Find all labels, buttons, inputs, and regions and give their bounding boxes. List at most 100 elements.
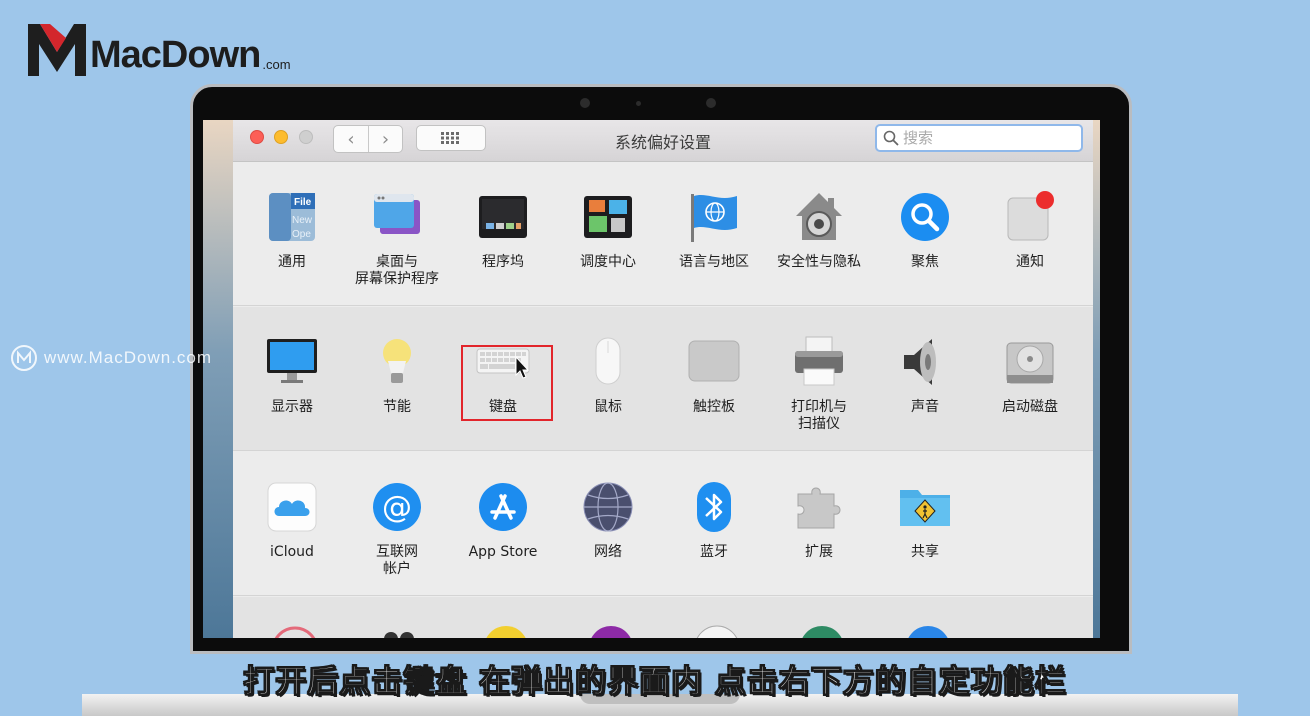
search-field[interactable] bbox=[875, 124, 1083, 152]
pref-label: 桌面与 屏幕保护程序 bbox=[355, 254, 439, 287]
mouse-icon bbox=[595, 337, 621, 385]
sound-icon bbox=[904, 339, 936, 385]
svg-text:File: File bbox=[294, 197, 312, 208]
bluetooth-icon bbox=[697, 482, 731, 532]
grid-icon bbox=[441, 132, 459, 144]
pref-label: App Store bbox=[468, 544, 538, 560]
macdown-logo: MacDown .com bbox=[26, 14, 291, 78]
logo-suffix: .com bbox=[262, 57, 291, 72]
pref-extensions[interactable]: 扩展 bbox=[769, 480, 869, 561]
pref-dock[interactable]: 程序坞 bbox=[453, 190, 553, 271]
date-time-icon bbox=[696, 625, 738, 638]
accessibility-icon bbox=[908, 626, 948, 638]
pref-mouse[interactable]: 鼠标 bbox=[558, 335, 658, 416]
pref-label: 节能 bbox=[383, 399, 411, 415]
pref-label: 键盘 bbox=[489, 399, 517, 415]
startup-disk-icon bbox=[1006, 342, 1054, 384]
app-store-icon bbox=[479, 483, 527, 531]
pref-energy-saver[interactable]: 节能 bbox=[347, 335, 447, 416]
pref-mission-control[interactable]: 调度中心 bbox=[558, 190, 658, 271]
extensions-icon bbox=[797, 487, 841, 529]
pref-label: 打印机与 扫描仪 bbox=[791, 399, 847, 432]
pref-bluetooth[interactable]: 蓝牙 bbox=[664, 480, 764, 561]
parental-controls-icon bbox=[486, 626, 526, 638]
display-icon bbox=[267, 339, 317, 383]
pref-label: 启动磁盘 bbox=[1002, 399, 1058, 415]
show-all-button[interactable] bbox=[416, 125, 486, 151]
titlebar: ‹ › 系统偏好设置 bbox=[233, 120, 1093, 162]
pref-label: 通知 bbox=[1016, 254, 1044, 270]
pref-displays[interactable]: 显示器 bbox=[242, 335, 342, 416]
close-window-button[interactable] bbox=[250, 130, 264, 144]
icloud-icon bbox=[267, 482, 317, 532]
svg-text:@: @ bbox=[382, 490, 412, 525]
pref-sharing[interactable]: 共享 bbox=[875, 480, 975, 561]
pref-general[interactable]: File New Ope 通用 bbox=[242, 190, 342, 271]
pref-trackpad[interactable]: 触控板 bbox=[664, 335, 764, 416]
pref-label: 扩展 bbox=[805, 544, 833, 560]
video-subtitle: 打开后点击键盘 在弹出的界面内 点击右下方的自定功能栏 bbox=[243, 664, 1067, 701]
printer-scanner-icon bbox=[795, 336, 843, 386]
pref-notifications[interactable]: 通知 bbox=[980, 190, 1080, 271]
watermark: www.MacDown.com bbox=[10, 344, 212, 372]
pref-printers-scanners[interactable]: 打印机与 扫描仪 bbox=[769, 335, 869, 433]
pref-label: 显示器 bbox=[271, 399, 313, 415]
camera-icon bbox=[580, 98, 590, 108]
pref-keyboard[interactable]: 键盘 bbox=[453, 335, 553, 416]
prefs-section-personal: File New Ope 通用 桌面与 屏幕保护程序 程序坞 调度中心 语言与地… bbox=[233, 162, 1093, 306]
pref-network[interactable]: 网络 bbox=[558, 480, 658, 561]
macdown-watermark-icon bbox=[11, 345, 37, 371]
prefs-section-hardware: 显示器 节能 键盘 鼠标 触控板 打印机与 扫描仪 声音 启动磁盘 bbox=[233, 307, 1093, 451]
pref-security-privacy[interactable]: 安全性与隐私 bbox=[769, 190, 869, 271]
pref-label: 通用 bbox=[278, 254, 306, 270]
pref-label: 网络 bbox=[594, 544, 622, 560]
pref-internet-accounts[interactable]: @ 互联网 帐户 bbox=[347, 480, 447, 578]
pref-label: 鼠标 bbox=[594, 399, 622, 415]
pref-sound[interactable]: 声音 bbox=[875, 335, 975, 416]
pref-label: 触控板 bbox=[693, 399, 735, 415]
pref-startup-disk[interactable]: 启动磁盘 bbox=[980, 335, 1080, 416]
zoom-window-button[interactable] bbox=[299, 130, 313, 144]
search-input[interactable] bbox=[903, 129, 1063, 147]
forward-button[interactable]: › bbox=[368, 126, 402, 152]
minimize-window-button[interactable] bbox=[274, 130, 288, 144]
pref-app-store[interactable]: App Store bbox=[453, 480, 553, 561]
back-button[interactable]: ‹ bbox=[334, 126, 368, 152]
spotlight-icon bbox=[901, 193, 949, 241]
internet-accounts-icon: @ bbox=[373, 483, 421, 531]
pref-spotlight[interactable]: 聚焦 bbox=[875, 190, 975, 271]
keyboard-icon bbox=[476, 348, 530, 379]
macdown-m-logo-icon bbox=[28, 24, 86, 76]
trackpad-icon bbox=[688, 340, 740, 382]
pref-label: 语言与地区 bbox=[679, 254, 749, 270]
security-privacy-icon bbox=[796, 193, 842, 240]
general-icon: File New Ope bbox=[269, 193, 315, 241]
network-icon bbox=[583, 482, 633, 532]
svg-text:Ope: Ope bbox=[292, 229, 311, 240]
prefs-section-internet: iCloud @ 互联网 帐户 App Store 网络 蓝牙 扩展 共享 bbox=[233, 452, 1093, 596]
language-region-icon bbox=[691, 194, 737, 242]
nav-buttons: ‹ › bbox=[333, 125, 403, 153]
sensor-icon bbox=[706, 98, 716, 108]
mission-control-icon bbox=[584, 196, 632, 238]
pref-icloud[interactable]: iCloud bbox=[242, 480, 342, 561]
dock-icon bbox=[479, 196, 527, 238]
touch-id-icon bbox=[274, 626, 316, 638]
laptop-screen: ‹ › 系统偏好设置 搜索 File New Ope 通用 桌面与 屏幕保护程序… bbox=[203, 120, 1100, 638]
watermark-text: www.MacDown.com bbox=[44, 348, 213, 367]
sensor-icon bbox=[636, 101, 641, 106]
system-preferences-window: ‹ › 系统偏好设置 搜索 File New Ope 通用 桌面与 屏幕保护程序… bbox=[233, 120, 1093, 638]
svg-text:New: New bbox=[292, 215, 313, 226]
pref-label: 蓝牙 bbox=[700, 544, 728, 560]
siri-icon bbox=[591, 626, 631, 638]
pref-label: 调度中心 bbox=[580, 254, 636, 270]
pref-desktop-screensaver[interactable]: 桌面与 屏幕保护程序 bbox=[347, 190, 447, 288]
prefs-section-system bbox=[233, 597, 1093, 638]
desktop-screensaver-icon bbox=[374, 194, 420, 234]
search-icon bbox=[883, 130, 899, 146]
pref-label: 共享 bbox=[911, 544, 939, 560]
pref-label: iCloud bbox=[270, 544, 314, 560]
pref-language-region[interactable]: 语言与地区 bbox=[664, 190, 764, 271]
pref-label: 安全性与隐私 bbox=[777, 254, 861, 270]
pref-label: 互联网 帐户 bbox=[376, 544, 418, 577]
